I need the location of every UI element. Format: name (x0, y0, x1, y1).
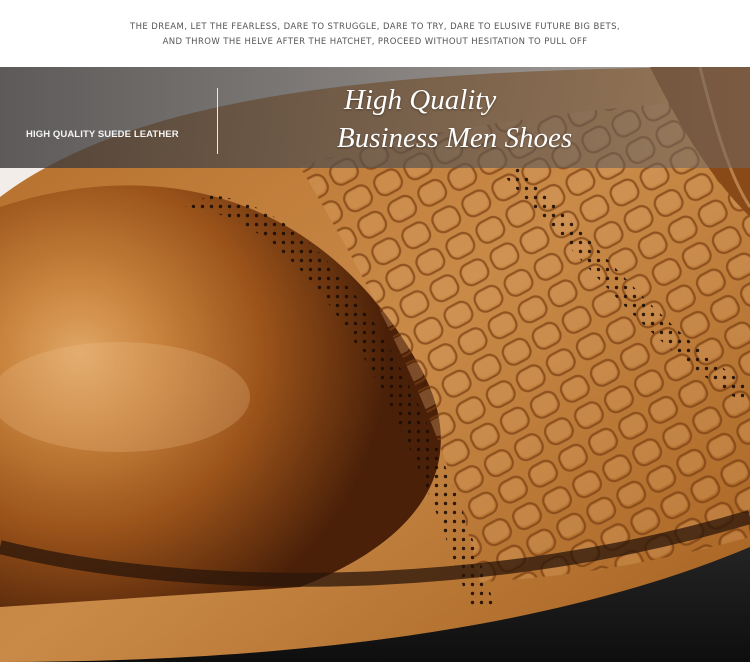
motto-line-2: AND THROW THE HELVE AFTER THE HATCHET, P… (162, 37, 588, 47)
product-detail-page: THE DREAM, LET THE FEARLESS, DARE TO STR… (0, 0, 750, 662)
banner-divider (217, 88, 218, 154)
banner-caption: HIGH QUALITY SUEDE LEATHER (26, 129, 179, 140)
motto-line-1: THE DREAM, LET THE FEARLESS, DARE TO STR… (130, 22, 620, 32)
banner-title-line-2: Business Men Shoes (337, 122, 573, 154)
feature-banner: HIGH QUALITY SUEDE LEATHER High Quality … (0, 67, 750, 168)
banner-title-line-1: High Quality (344, 84, 497, 116)
brand-motto: THE DREAM, LET THE FEARLESS, DARE TO STR… (0, 20, 750, 50)
